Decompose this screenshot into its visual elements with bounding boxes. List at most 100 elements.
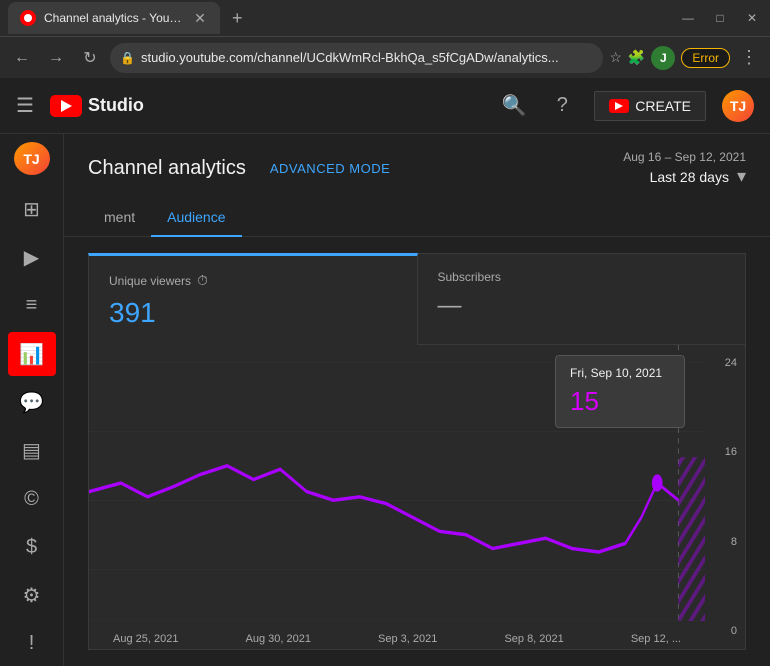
y-label-8: 8 bbox=[725, 536, 737, 548]
search-button[interactable]: 🔍 bbox=[498, 90, 530, 122]
create-play-triangle bbox=[615, 102, 623, 110]
chart-tooltip: Fri, Sep 10, 2021 15 bbox=[555, 355, 685, 428]
unique-viewers-value: 391 bbox=[109, 297, 397, 329]
date-range-text: Aug 16 – Sep 12, 2021 bbox=[623, 150, 746, 164]
y-axis: 24 16 8 0 bbox=[725, 345, 737, 649]
url-text: studio.youtube.com/channel/UCdkWmRcl-Bkh… bbox=[141, 50, 593, 65]
yt-studio-header: ☰ Studio 🔍 ? CREATE TJ bbox=[0, 78, 770, 134]
lock-icon: 🔒 bbox=[120, 51, 135, 65]
analytics-tabs: ment Audience bbox=[64, 199, 770, 237]
dashboard-icon: ⊞ bbox=[23, 197, 40, 222]
comments-icon: 💬 bbox=[19, 390, 44, 415]
sidebar-item-subtitles[interactable]: ▤ bbox=[8, 429, 56, 473]
tab-audience[interactable]: Audience bbox=[151, 199, 241, 237]
sidebar-item-comments[interactable]: 💬 bbox=[8, 380, 56, 424]
page-header: Channel analytics ADVANCED MODE Aug 16 –… bbox=[64, 134, 770, 187]
date-range-selector[interactable]: Aug 16 – Sep 12, 2021 Last 28 days ▾ bbox=[623, 150, 746, 187]
error-badge[interactable]: Error bbox=[681, 48, 730, 68]
help-button[interactable]: ? bbox=[546, 90, 578, 122]
x-label-3: Sep 8, 2021 bbox=[504, 633, 563, 645]
info-icon-viewers: ⏱ bbox=[197, 272, 208, 289]
below-header: TJ ⊞ ▶ ≡ 📊 💬 ▤ bbox=[0, 134, 770, 666]
y-label-0: 0 bbox=[725, 625, 737, 637]
tab-close-button[interactable]: ✕ bbox=[192, 10, 208, 26]
feedback-icon: ! bbox=[29, 632, 35, 655]
title-bar: Channel analytics - YouTube Stu... ✕ + —… bbox=[0, 0, 770, 36]
subscribers-card[interactable]: Subscribers — bbox=[418, 253, 747, 345]
minimize-button[interactable]: — bbox=[678, 8, 698, 28]
tooltip-date: Fri, Sep 10, 2021 bbox=[570, 366, 670, 380]
advanced-mode-link[interactable]: ADVANCED MODE bbox=[270, 161, 390, 176]
chart-line bbox=[89, 466, 678, 552]
unique-viewers-header: Unique viewers ⏱ bbox=[109, 272, 397, 289]
hamburger-menu-icon[interactable]: ☰ bbox=[16, 93, 34, 118]
sidebar-item-monetization[interactable]: $ bbox=[8, 525, 56, 569]
highlighted-point bbox=[652, 474, 663, 491]
content-icon: ▶ bbox=[24, 245, 39, 270]
y-label-24: 24 bbox=[725, 357, 737, 369]
stats-cards: Unique viewers ⏱ 391 Subscribers — bbox=[88, 253, 746, 345]
date-range-label: Last 28 days bbox=[650, 169, 729, 185]
monetization-icon: $ bbox=[26, 536, 37, 559]
sidebar-item-playlists[interactable]: ≡ bbox=[8, 284, 56, 328]
create-video-icon bbox=[609, 99, 629, 113]
sidebar-item-content[interactable]: ▶ bbox=[8, 235, 56, 279]
create-button[interactable]: CREATE bbox=[594, 91, 706, 121]
sidebar-item-analytics[interactable]: 📊 bbox=[8, 332, 56, 376]
chart-container: Fri, Sep 10, 2021 15 bbox=[88, 345, 746, 650]
create-label: CREATE bbox=[635, 98, 691, 114]
x-label-2: Sep 3, 2021 bbox=[378, 633, 437, 645]
x-label-0: Aug 25, 2021 bbox=[113, 633, 178, 645]
maximize-button[interactable]: □ bbox=[710, 8, 730, 28]
close-window-button[interactable]: ✕ bbox=[742, 8, 762, 28]
tab-engagement[interactable]: ment bbox=[88, 199, 151, 237]
profile-circle[interactable]: J bbox=[651, 46, 675, 70]
unique-viewers-label: Unique viewers bbox=[109, 274, 191, 288]
sidebar-item-settings[interactable]: ⚙ bbox=[8, 573, 56, 617]
sidebar-item-copyright[interactable]: © bbox=[8, 477, 56, 521]
header-icons: 🔍 ? CREATE TJ bbox=[498, 90, 754, 122]
reload-button[interactable]: ↻ bbox=[76, 44, 104, 72]
back-button[interactable]: ← bbox=[8, 44, 36, 72]
unique-viewers-card[interactable]: Unique viewers ⏱ 391 bbox=[88, 253, 418, 345]
browser-menu-button[interactable]: ⋮ bbox=[736, 43, 762, 72]
date-range-arrow-icon: ▾ bbox=[737, 166, 746, 187]
engagement-tab-label: ment bbox=[104, 209, 135, 225]
sidebar: TJ ⊞ ▶ ≡ 📊 💬 ▤ bbox=[0, 134, 64, 666]
play-triangle bbox=[61, 100, 72, 112]
window-controls: — □ ✕ bbox=[678, 8, 762, 28]
settings-icon: ⚙ bbox=[23, 583, 41, 608]
browser-chrome: Channel analytics - YouTube Stu... ✕ + —… bbox=[0, 0, 770, 78]
address-bar: ← → ↻ 🔒 studio.youtube.com/channel/UCdkW… bbox=[0, 36, 770, 78]
playlists-icon: ≡ bbox=[26, 294, 38, 317]
subscribers-label: Subscribers bbox=[438, 270, 501, 284]
sidebar-avatar[interactable]: TJ bbox=[14, 142, 50, 175]
studio-text: Studio bbox=[88, 95, 144, 116]
bookmark-icon[interactable]: ☆ bbox=[609, 49, 622, 66]
subscribers-value: — bbox=[438, 292, 726, 320]
sidebar-item-dashboard[interactable]: ⊞ bbox=[8, 187, 56, 231]
page-title: Channel analytics bbox=[88, 157, 246, 180]
tab-title: Channel analytics - YouTube Stu... bbox=[44, 11, 184, 25]
yt-studio-logo[interactable]: Studio bbox=[50, 95, 144, 117]
youtube-logo-icon bbox=[50, 95, 82, 117]
tab-favicon bbox=[20, 10, 36, 26]
stats-section: Unique viewers ⏱ 391 Subscribers — bbox=[88, 253, 746, 650]
analytics-body: Unique viewers ⏱ 391 Subscribers — bbox=[64, 237, 770, 666]
address-bar-icons: ☆ 🧩 J bbox=[609, 46, 675, 70]
forward-button[interactable]: → bbox=[42, 44, 70, 72]
subscribers-header: Subscribers bbox=[438, 270, 726, 284]
new-tab-button[interactable]: + bbox=[224, 4, 251, 33]
main-content: Channel analytics ADVANCED MODE Aug 16 –… bbox=[64, 134, 770, 666]
address-input[interactable]: 🔒 studio.youtube.com/channel/UCdkWmRcl-B… bbox=[110, 43, 603, 73]
date-label-row: Last 28 days ▾ bbox=[650, 166, 746, 187]
sidebar-item-feedback[interactable]: ! bbox=[8, 622, 56, 666]
x-axis: Aug 25, 2021 Aug 30, 2021 Sep 3, 2021 Se… bbox=[89, 627, 705, 645]
extension-icon[interactable]: 🧩 bbox=[628, 49, 645, 66]
tooltip-value: 15 bbox=[570, 386, 670, 417]
user-avatar[interactable]: TJ bbox=[722, 90, 754, 122]
copyright-icon: © bbox=[24, 488, 39, 511]
active-tab[interactable]: Channel analytics - YouTube Stu... ✕ bbox=[8, 2, 220, 34]
y-label-16: 16 bbox=[725, 446, 737, 458]
audience-tab-label: Audience bbox=[167, 209, 225, 225]
